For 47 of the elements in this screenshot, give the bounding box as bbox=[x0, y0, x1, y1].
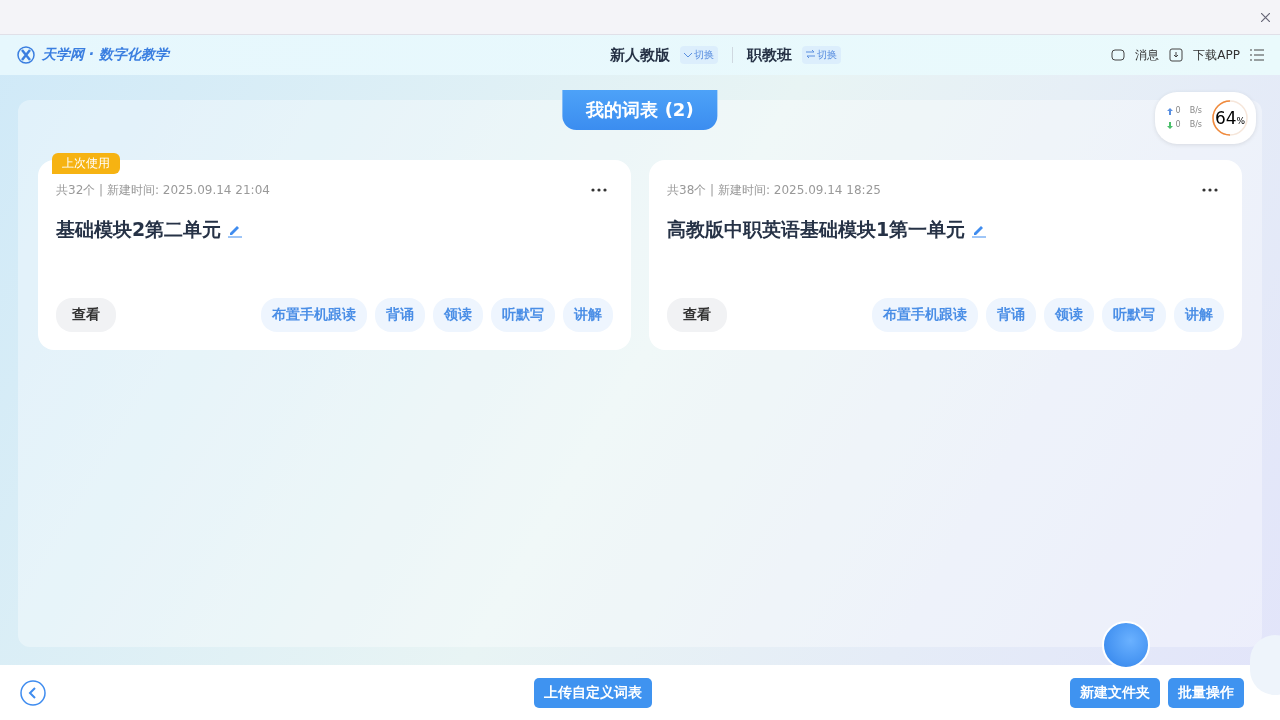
switch-button[interactable]: 切换 bbox=[679, 46, 718, 64]
action-button[interactable]: 讲解 bbox=[1174, 298, 1224, 332]
action-button[interactable]: 布置手机跟读 bbox=[261, 298, 367, 332]
floating-button[interactable] bbox=[1102, 621, 1150, 669]
close-icon[interactable] bbox=[1261, 12, 1270, 22]
header-link[interactable]: 下载APP bbox=[1193, 46, 1240, 64]
edition-name: 职教班 bbox=[746, 45, 792, 65]
chevron-icon bbox=[683, 53, 692, 58]
last-used-badge: 上次使用 bbox=[52, 153, 120, 174]
footer-button[interactable]: 新建文件夹 bbox=[1070, 677, 1160, 708]
speed-unit: B/s bbox=[1189, 119, 1202, 131]
download-icon bbox=[1169, 48, 1184, 62]
message-icon bbox=[1111, 49, 1126, 61]
logo-icon bbox=[16, 45, 36, 65]
swap-icon bbox=[805, 50, 815, 58]
action-button[interactable]: 领读 bbox=[1044, 298, 1094, 332]
card-meta: 共32个 | 新建时间: 2025.09.14 21:04 bbox=[56, 182, 270, 199]
speed-unit: B/s bbox=[1189, 105, 1202, 117]
menu-icon[interactable] bbox=[1250, 49, 1264, 61]
action-button[interactable]: 讲解 bbox=[563, 298, 613, 332]
word-list-name: 基础模块2第二单元 bbox=[56, 217, 222, 242]
action-button[interactable]: 听默写 bbox=[491, 298, 555, 332]
upload-speed: 0 bbox=[1175, 105, 1181, 117]
more-icon[interactable] bbox=[591, 188, 607, 192]
view-button[interactable]: 查看 bbox=[667, 298, 727, 332]
back-icon[interactable] bbox=[20, 679, 46, 706]
brand-logo-text: 天学网 · 数字化教学 bbox=[42, 46, 170, 64]
view-button[interactable]: 查看 bbox=[56, 298, 116, 332]
upload-button[interactable]: 上传自定义词表 bbox=[534, 677, 652, 708]
switch-button[interactable]: 切换 bbox=[801, 46, 841, 64]
gauge-ring-icon bbox=[1212, 100, 1248, 136]
more-icon[interactable] bbox=[1202, 188, 1218, 192]
header-link[interactable]: 消息 bbox=[1135, 46, 1160, 64]
down-arrow-icon bbox=[1166, 121, 1173, 129]
word-list-name: 高教版中职英语基础模块1第一单元 bbox=[667, 217, 966, 242]
action-button[interactable]: 听默写 bbox=[1102, 298, 1166, 332]
action-button[interactable]: 背诵 bbox=[375, 298, 425, 332]
up-arrow-icon bbox=[1166, 107, 1173, 115]
usage-value: 64% bbox=[1214, 108, 1246, 128]
panel-title: 我的词表 (2) bbox=[562, 90, 718, 130]
edition-name: 新人教版 bbox=[609, 45, 670, 65]
card-meta: 共38个 | 新建时间: 2025.09.14 18:25 bbox=[667, 182, 881, 199]
action-button[interactable]: 背诵 bbox=[986, 298, 1036, 332]
download-speed: 0 bbox=[1175, 119, 1181, 131]
action-button[interactable]: 布置手机跟读 bbox=[872, 298, 978, 332]
action-button[interactable]: 领读 bbox=[433, 298, 483, 332]
footer-button[interactable]: 批量操作 bbox=[1168, 677, 1244, 708]
